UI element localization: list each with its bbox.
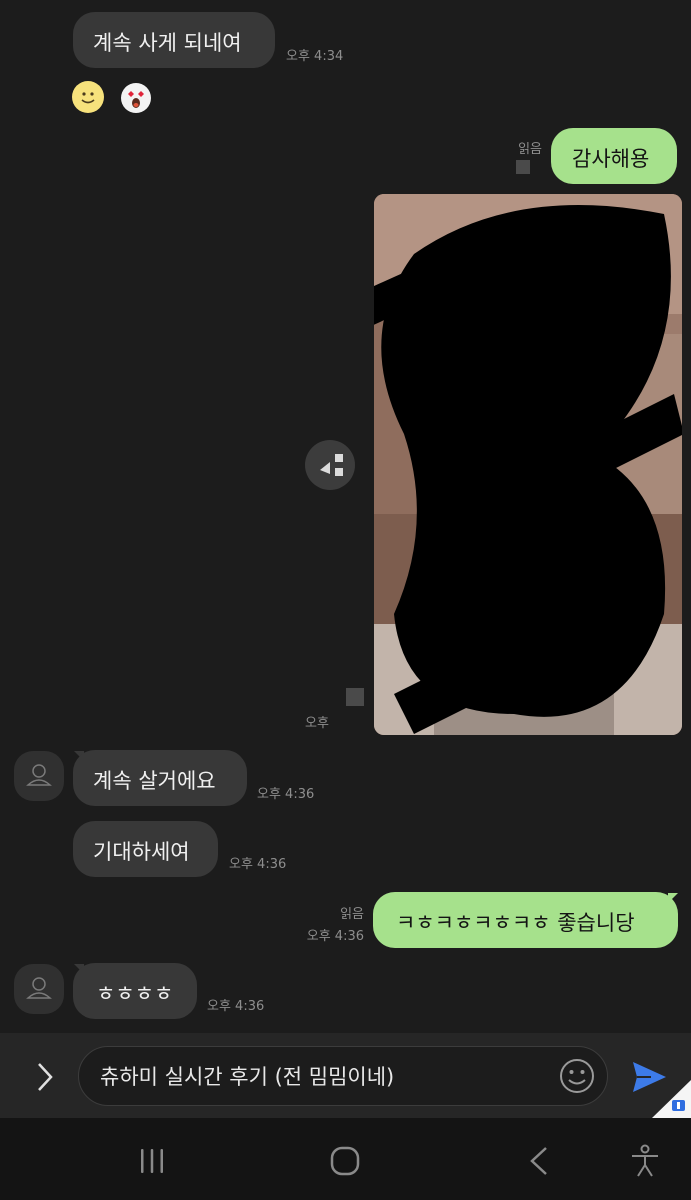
recent-apps-icon[interactable] <box>136 1145 168 1177</box>
emoticon-icon[interactable] <box>558 1057 596 1095</box>
default-profile-icon <box>26 977 52 999</box>
default-profile-icon <box>26 764 52 786</box>
message-bubble-outgoing[interactable]: 감사해용 <box>551 128 677 184</box>
message-time: 오후 4:36 <box>257 787 315 802</box>
message-time: 오후 4:34 <box>286 49 344 64</box>
read-status-marker <box>346 688 364 706</box>
message-time: 오후 <box>305 716 329 731</box>
message-time: 오후 4:36 <box>306 929 364 944</box>
share-icon[interactable] <box>305 440 355 490</box>
home-icon[interactable] <box>329 1145 361 1177</box>
photo-content <box>374 194 682 735</box>
accessibility-icon[interactable] <box>628 1143 662 1179</box>
message-time: 오후 4:36 <box>229 857 287 872</box>
message-bubble-incoming[interactable]: 기대하세여 <box>73 821 218 877</box>
expand-menu-icon[interactable] <box>30 1060 60 1094</box>
message-time: 오후 4:36 <box>207 999 265 1014</box>
message-bubble-incoming[interactable]: 계속 사게 되네여 <box>73 12 275 68</box>
message-text: 기대하세여 <box>93 840 190 864</box>
smiley-emoticon-icon <box>72 81 104 113</box>
message-text: ㅋㅎㅋㅎㅋㅎㅋㅎ 좋습니당 <box>396 911 635 935</box>
corner-badge-icon <box>652 1080 691 1118</box>
back-icon[interactable] <box>524 1145 556 1177</box>
avatar[interactable] <box>14 964 64 1014</box>
message-bubble-incoming[interactable]: 계속 살거에요 <box>73 750 247 806</box>
bubble-tail <box>668 893 678 903</box>
message-input-text[interactable]: 츄하미 실시간 후기 (전 밈밈이네) <box>100 1061 394 1091</box>
read-status: 읽음 <box>518 142 542 157</box>
read-status-marker <box>516 160 530 174</box>
message-text: 계속 살거에요 <box>93 769 216 793</box>
heart-eyes-emoticon-icon <box>121 83 151 113</box>
avatar[interactable] <box>14 751 64 801</box>
message-text: ㅎㅎㅎㅎ <box>96 982 174 1006</box>
message-bubble-incoming[interactable]: ㅎㅎㅎㅎ <box>73 963 197 1019</box>
read-status: 읽음 <box>340 907 364 922</box>
shared-photo[interactable] <box>374 194 682 735</box>
message-text: 계속 사게 되네여 <box>93 31 242 55</box>
message-text: 감사해용 <box>572 147 650 171</box>
message-bubble-outgoing[interactable]: ㅋㅎㅋㅎㅋㅎㅋㅎ 좋습니당 <box>373 892 678 948</box>
